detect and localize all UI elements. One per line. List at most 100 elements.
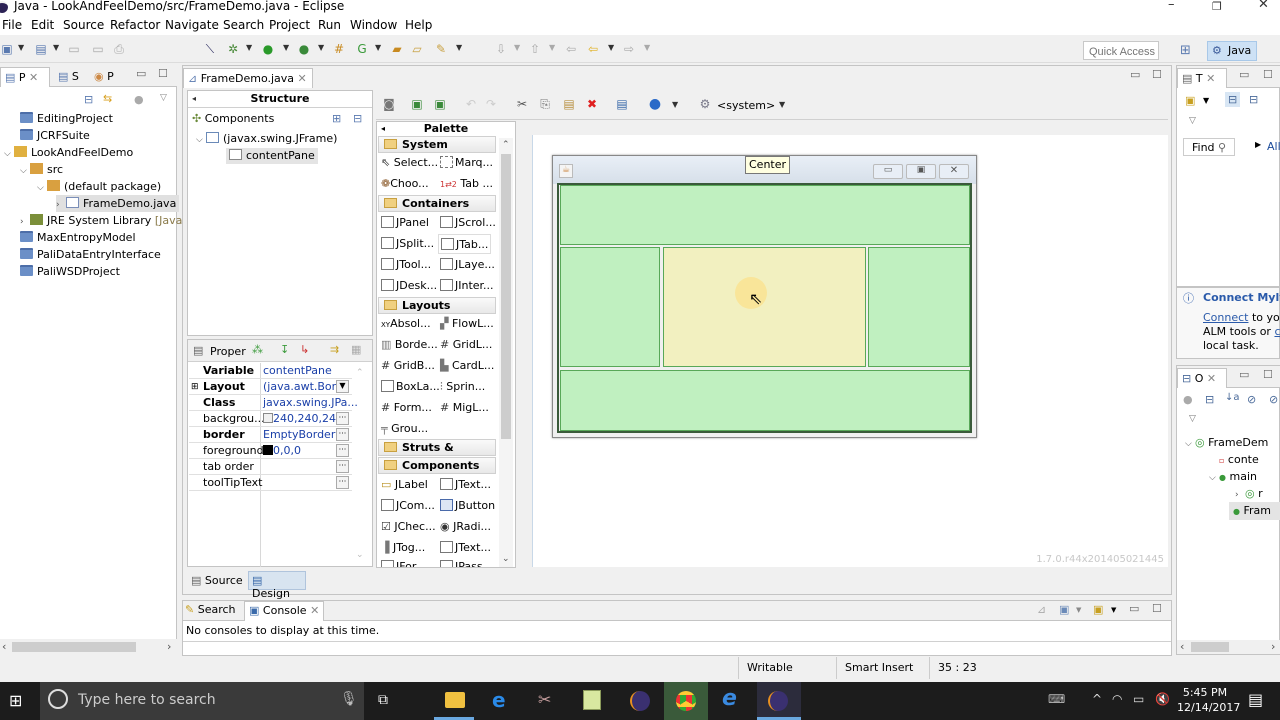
palette-item-borderlayout[interactable]: ▥ Borde... [381,335,438,355]
eclipse-taskbar-icon[interactable] [630,691,650,711]
tab-p[interactable]: ◉ P [90,67,118,87]
edit-border-button[interactable]: ··· [336,428,349,441]
palette-item-cardlayout[interactable]: ▙ CardL... [440,356,494,376]
component-tree-jframe[interactable]: ⌵ (javax.swing.JFrame) [196,131,337,148]
pin-console-icon[interactable]: ⊿ [1037,603,1046,616]
paste-icon[interactable]: ▤ [562,97,576,111]
new-class-dropdown-icon[interactable]: ▼ [375,43,381,52]
edit-foreground-button[interactable]: ··· [336,444,349,457]
maximize-view-icon[interactable]: ☐ [1152,602,1162,615]
task-view-icon[interactable]: ⧉ [378,692,388,708]
palette-item-jdesktoppane[interactable]: JDesk... [381,276,437,296]
menu-run[interactable]: Run [318,18,341,32]
sort-icon[interactable]: ↓a [1225,392,1240,403]
expand-layout-icon[interactable]: ⊞ [191,379,199,395]
run-icon[interactable]: ● [261,42,275,56]
display-console-icon[interactable]: ▣ [1059,603,1069,616]
palette-item-jsplitpane[interactable]: JSplit... [381,234,434,254]
menu-help[interactable]: Help [405,18,432,32]
battery-icon[interactable]: ▭ [1133,692,1144,706]
tree-item-editingproject[interactable]: EditingProject [20,110,113,127]
reparse-icon[interactable]: ▣ [433,97,447,111]
tab-design[interactable]: ▤ Design [248,571,306,600]
microphone-icon[interactable]: 🎙 [340,691,358,707]
scroll-right-icon[interactable]: › [167,640,171,653]
internet-explorer-icon[interactable]: e [722,686,737,711]
all-filter-link[interactable]: All [1267,140,1280,153]
scheduled-icon[interactable]: ⊟ [1249,93,1258,106]
focus-icon[interactable]: ● [1183,393,1193,406]
layout-dropdown-icon[interactable]: ▼ [336,380,349,393]
chevron-down-icon[interactable]: ⌵ [196,132,206,148]
search-dropdown-icon[interactable]: ▼ [456,43,462,52]
open-folder-icon[interactable]: ▱ [410,42,424,56]
view-menu-icon[interactable]: ▽ [1189,116,1196,126]
outline-item-constructor[interactable]: ● Fram [1229,502,1280,520]
tree-item-paliwsdproject[interactable]: PaliWSDProject [20,263,120,280]
hide-fields-icon[interactable]: ⊘ [1247,393,1256,406]
print-icon[interactable]: ⎙ [112,42,126,56]
chrome-icon[interactable] [676,691,696,711]
next-annotation-dropdown-icon[interactable]: ▼ [514,43,520,52]
mylyn-create-link[interactable]: cr [1274,325,1280,338]
property-row-tooltiptext[interactable]: toolTipText ··· [189,475,352,491]
mylyn-connect-link[interactable]: Connect [1203,311,1248,324]
menu-source[interactable]: Source [63,18,104,32]
menu-navigate[interactable]: Navigate [165,18,219,32]
prev-annotation-dropdown-icon[interactable]: ▼ [549,43,555,52]
palette-item-tab-order[interactable]: 1⇄2 Tab ... [440,174,493,194]
palette-item-jscrollpane[interactable]: JScrol... [440,213,496,233]
palette-item-flowlayout[interactable]: ▞ FlowL... [440,314,494,334]
chevron-down-icon[interactable]: ⌵ [37,180,47,197]
new-dropdown-icon[interactable]: ▼ [18,43,24,52]
wifi-icon[interactable]: ◠ [1112,692,1122,706]
save-all-icon[interactable]: ▭ [91,42,105,56]
goto-definition-icon[interactable]: ⁂ [252,343,263,356]
component-tree-contentpane[interactable]: contentPane [226,148,318,164]
view-menu-icon[interactable]: ▽ [160,93,167,103]
next-annotation-icon[interactable]: ⇩ [494,42,508,56]
tree-item-palidataentryinterface[interactable]: PaliDataEntryInterface [20,246,161,263]
expand-all-filter-icon[interactable]: ▶ [1255,140,1261,149]
palette-item-jinternalframe[interactable]: JInter... [440,276,494,296]
jframe-minimize-button[interactable]: ▭ [873,164,903,179]
palette-item-jpanel[interactable]: JPanel [381,213,429,233]
tab-framedemo-java[interactable]: ⊿ FrameDemo.java ✕ [183,68,313,88]
look-and-feel-icon[interactable]: ● [648,97,662,111]
palette-item-jradiobutton[interactable]: ◉ JRadi... [440,517,491,537]
save-icon[interactable]: ▭ [67,42,81,56]
undo-icon[interactable]: ↶ [464,97,478,111]
scroll-left-icon[interactable]: ‹ [2,640,6,653]
new-type-icon[interactable]: ▤ [34,42,48,56]
horizontal-scrollbar[interactable]: ‹ › [0,639,177,655]
tab-package-explorer[interactable]: ▤ P ✕ [0,67,50,87]
debug-dropdown-icon[interactable]: ▼ [246,43,252,52]
display-console-dropdown-icon[interactable]: ▼ [1076,606,1081,614]
new-package-icon[interactable]: # [332,42,346,56]
touch-keyboard-icon[interactable]: ⌨ [1048,692,1065,706]
property-row-foreground[interactable]: foreground 0,0,0 ··· [189,443,352,459]
redo-icon[interactable]: ↷ [484,97,498,111]
palette-section-containers[interactable]: Containers [378,195,496,212]
cut-icon[interactable]: ✂ [515,97,529,111]
tab-console[interactable]: ▣ Console ✕ [244,601,325,621]
palette-item-jformattedtextfield[interactable]: JFor... [381,559,426,567]
palette-item-grouplayout[interactable]: ╤ Grou... [381,419,428,439]
tree-item-jre-library[interactable]: › JRE System Library [Java [20,212,182,229]
palette-item-jbutton[interactable]: JButton [440,496,495,516]
edit-tab-order-button[interactable]: ··· [336,460,349,473]
scrollbar-thumb[interactable] [1191,642,1229,652]
maximize-editor-icon[interactable]: ☐ [1152,68,1162,81]
minimize-button[interactable]: – [1168,0,1175,12]
menu-refactor[interactable]: Refactor [110,18,160,32]
tree-item-maxentropymodel[interactable]: MaxEntropyModel [20,229,136,246]
property-row-variable[interactable]: Variable contentPane [189,363,352,379]
palette-item-jtabbedpane[interactable]: JTab... [438,234,492,254]
menu-search[interactable]: Search [223,18,264,32]
palette-item-gridbaglayout[interactable]: # GridB... [381,356,435,376]
show-events-icon[interactable]: ⇉ [330,343,339,356]
tree-item-default-package[interactable]: ⌵ (default package) [37,178,161,195]
back-icon[interactable]: ⇦ [586,42,600,56]
view-menu-icon[interactable]: ▽ [1189,414,1196,424]
menu-edit[interactable]: Edit [31,18,54,32]
